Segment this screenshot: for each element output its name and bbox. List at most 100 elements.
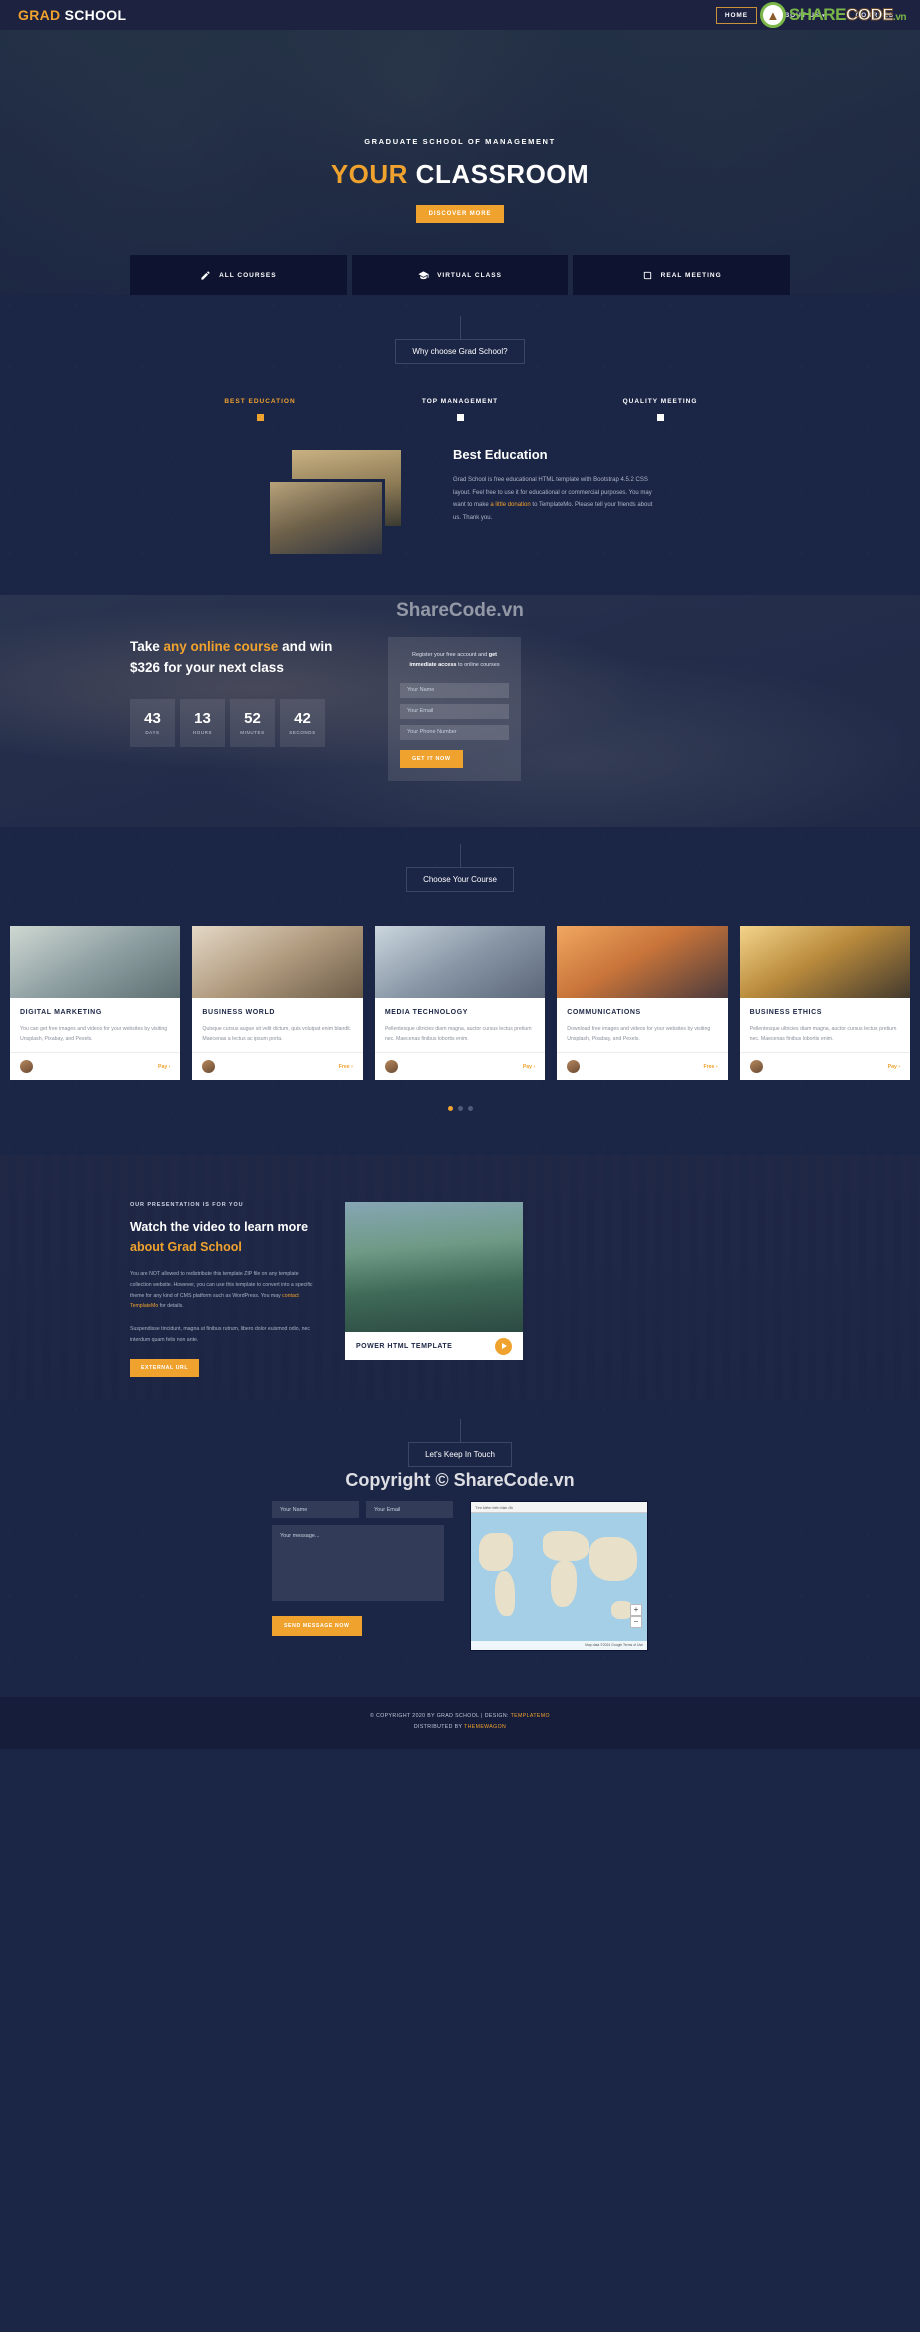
instructor-avatar: [567, 1060, 581, 1074]
footer-distributed: DISTRIBUTED BY THEMEWAGON: [0, 1722, 920, 1733]
feature-label: REAL MEETING: [660, 271, 722, 279]
course-card[interactable]: BUSINESS ETHICS Pellentesque ultricies d…: [739, 926, 911, 1081]
play-icon[interactable]: [495, 1337, 512, 1355]
course-image: [557, 926, 728, 998]
send-message-button[interactable]: SEND MESSAGE NOW: [272, 1616, 362, 1637]
course-footer: Pay ›: [10, 1052, 181, 1080]
map-zoom-in-button[interactable]: +: [630, 1604, 642, 1617]
vh1: Watch the video to learn more: [130, 1220, 309, 1235]
register-form: Register your free account and get immed…: [388, 637, 521, 781]
timer-label: SECONDS: [289, 730, 316, 736]
contact-email-input[interactable]: [366, 1501, 453, 1519]
map-canvas[interactable]: + − Map data ©2024 Google Terms of Use: [471, 1513, 647, 1651]
map-landmass: [551, 1561, 577, 1608]
hero-subtitle: GRADUATE SCHOOL OF MANAGEMENT: [364, 137, 556, 146]
video-preview[interactable]: POWER HTML TEMPLATE: [345, 1202, 523, 1377]
countdown-left: Take any online course and win $326 for …: [130, 637, 360, 781]
tab-label: QUALITY MEETING: [622, 398, 698, 405]
contact-inner: SEND MESSAGE NOW Tìm kiếm trên bản đồ + …: [0, 1501, 920, 1652]
video-caption-bar: POWER HTML TEMPLATE: [345, 1332, 523, 1361]
course-price[interactable]: Pay ›: [158, 1064, 170, 1070]
tab-indicator-dot: [656, 414, 664, 421]
tab-quality-meeting[interactable]: QUALITY MEETING: [560, 398, 760, 421]
timer-value: 42: [294, 710, 311, 728]
carousel-pagination: [0, 1106, 920, 1112]
feature-virtual-class[interactable]: VIRTUAL CLASS: [351, 255, 569, 295]
course-card[interactable]: COMMUNICATIONS Download free images and …: [557, 926, 728, 1081]
tab-top-management[interactable]: TOP MANAGEMENT: [360, 398, 560, 421]
course-title: BUSINESS ETHICS: [749, 1009, 823, 1016]
course-body: DIGITAL MARKETING You can get free image…: [10, 998, 180, 1052]
register-form-text: Register your free account and get immed…: [400, 650, 509, 671]
carousel-dot-3[interactable]: [467, 1106, 473, 1112]
tab-indicator-dot: [256, 414, 264, 421]
video-paragraph-1: You are NOT allowed to redistribute this…: [130, 1269, 315, 1312]
countdown-inner: Take any online course and win $326 for …: [0, 595, 920, 781]
main-nav: Home About Us ▾ Courses: [715, 6, 902, 24]
site-footer: © COPYRIGHT 2020 BY GRAD SCHOOL | DESIGN…: [0, 1697, 920, 1750]
why-content: Best Education Grad School is free educa…: [0, 447, 920, 595]
course-card[interactable]: BUSINESS WORLD Quisque cursus augue sit …: [192, 926, 363, 1081]
classroom-image: [267, 479, 385, 557]
nav-item-home[interactable]: Home: [715, 6, 757, 24]
course-price[interactable]: Free ›: [703, 1064, 717, 1070]
fc1: © COPYRIGHT 2020 BY GRAD SCHOOL | DESIGN…: [370, 1713, 511, 1720]
timer-value: 52: [244, 710, 261, 728]
map-zoom-out-button[interactable]: −: [630, 1616, 642, 1629]
timer-label: HOURS: [192, 730, 213, 736]
course-image: [739, 926, 911, 998]
site-header: GRAD SCHOOL Home About Us ▾ Courses: [0, 0, 920, 30]
video-text-block: OUR PRESENTATION IS FOR YOU Watch the vi…: [130, 1202, 315, 1378]
logo-school: SCHOOL: [64, 7, 127, 23]
contact-section-tag: Let's Keep In Touch: [408, 1419, 512, 1468]
carousel-dot-2[interactable]: [457, 1106, 463, 1112]
map-search-bar[interactable]: Tìm kiếm trên bản đồ: [471, 1502, 647, 1514]
contact-name-input[interactable]: [272, 1501, 359, 1519]
course-price[interactable]: Pay ›: [523, 1064, 535, 1070]
why-body: Grad School is free educational HTML tem…: [453, 474, 653, 524]
chevron-down-icon: ▾: [822, 12, 826, 19]
course-price[interactable]: Pay ›: [888, 1064, 900, 1070]
feature-real-meeting[interactable]: REAL MEETING: [573, 255, 791, 295]
hero-content: GRADUATE SCHOOL OF MANAGEMENT YOUR CLASS…: [0, 30, 920, 223]
timer-label: MINUTES: [240, 730, 265, 736]
timer-value: 43: [144, 710, 161, 728]
video-eyebrow: OUR PRESENTATION IS FOR YOU: [130, 1202, 244, 1209]
map-landmass: [543, 1531, 589, 1562]
external-url-button[interactable]: EXTERNAL URL: [130, 1359, 200, 1378]
nav-item-courses[interactable]: Courses: [848, 8, 902, 23]
course-price[interactable]: Free ›: [339, 1064, 353, 1070]
fd1: DISTRIBUTED BY: [413, 1724, 465, 1731]
pencil-icon: [201, 270, 210, 280]
register-phone-input[interactable]: [400, 724, 509, 740]
why-choose-section: Why choose Grad School? BEST EDUCATION T…: [0, 295, 920, 595]
donation-link[interactable]: a little donation: [490, 502, 530, 508]
register-email-input[interactable]: [400, 703, 509, 719]
templatemo-link[interactable]: TEMPLATEMO: [511, 1713, 550, 1719]
course-card[interactable]: DIGITAL MARKETING You can get free image…: [10, 926, 181, 1081]
location-map[interactable]: Tìm kiếm trên bản đồ + − Map data ©2024 …: [470, 1501, 648, 1652]
contact-message-textarea[interactable]: [272, 1525, 444, 1602]
discover-more-button[interactable]: DISCOVER MORE: [415, 205, 505, 223]
register-name-input[interactable]: [400, 682, 509, 698]
course-body: MEDIA TECHNOLOGY Pellentesque ultricies …: [375, 998, 545, 1052]
cd-hl: any online course: [163, 639, 279, 654]
tab-best-education[interactable]: BEST EDUCATION: [160, 398, 360, 421]
get-it-now-button[interactable]: GET IT NOW: [400, 749, 463, 768]
course-title: BUSINESS WORLD: [202, 1009, 275, 1016]
nav-item-about-us[interactable]: About Us ▾: [771, 8, 834, 23]
why-text-block: Best Education Grad School is free educa…: [453, 447, 653, 557]
course-card[interactable]: MEDIA TECHNOLOGY Pellentesque ultricies …: [374, 926, 546, 1081]
instructor-avatar: [202, 1060, 216, 1074]
countdown-heading: Take any online course and win $326 for …: [130, 637, 360, 679]
map-landmass: [495, 1571, 515, 1617]
cd-h1: Take: [130, 639, 164, 654]
themewagon-link[interactable]: THEMEWAGON: [464, 1724, 506, 1730]
countdown-timer: 43 DAYS 13 HOURS 52 MINUTES 42 SECONDS: [130, 698, 360, 747]
carousel-dot-1[interactable]: [447, 1106, 453, 1112]
map-landmass: [589, 1537, 637, 1582]
feature-all-courses[interactable]: ALL COURSES: [130, 255, 347, 295]
course-footer: Pay ›: [739, 1052, 911, 1080]
site-logo[interactable]: GRAD SCHOOL: [18, 7, 126, 23]
course-desc: You can get free images and videos for y…: [20, 1026, 168, 1043]
